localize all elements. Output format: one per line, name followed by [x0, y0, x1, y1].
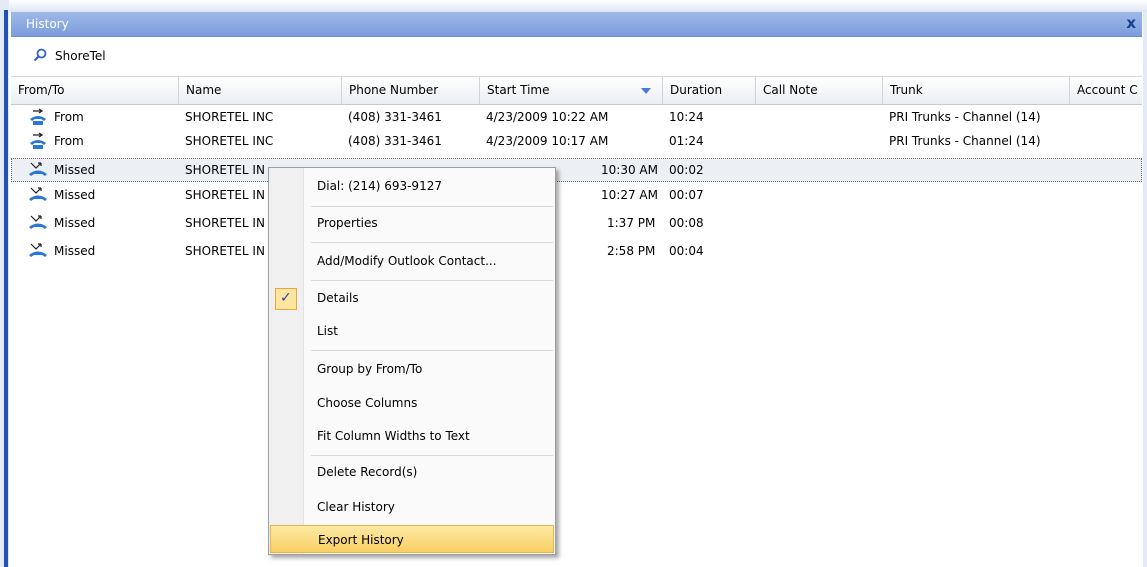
menu-item-export-history[interactable]: Export History	[270, 525, 554, 553]
search-value: ShoreTel	[55, 49, 106, 63]
menu-item-properties[interactable]: Properties	[305, 209, 553, 237]
window-top-edge	[0, 0, 1147, 12]
menu-item-add-modify-outlook-contact[interactable]: Add/Modify Outlook Contact...	[305, 247, 553, 275]
search-bar[interactable]: ShoreTel	[11, 37, 1142, 74]
column-header-call-note[interactable]: Call Note	[756, 77, 883, 104]
menu-separator	[311, 455, 553, 456]
close-icon[interactable]: x	[1126, 14, 1136, 32]
column-header-trunk[interactable]: Trunk	[883, 77, 1070, 104]
table-row[interactable]: Missed SHORETEL IN 1:37 PM 00:08	[11, 211, 1142, 235]
column-header-from-to[interactable]: From/To	[11, 77, 179, 104]
table-row[interactable]: Missed SHORETEL IN 10:27 AM 00:07	[11, 183, 1142, 207]
history-titlebar: History x	[11, 12, 1142, 37]
window-title: History	[26, 17, 69, 31]
check-icon: ✓	[275, 288, 297, 310]
missed-call-icon	[29, 243, 47, 257]
table-row-selected[interactable]: Missed SHORETEL IN 10:30 AM 00:02	[11, 158, 1142, 182]
menu-item-choose-columns[interactable]: Choose Columns	[305, 389, 553, 417]
table-row[interactable]: From SHORETEL INC (408) 331-3461 4/23/20…	[11, 129, 1142, 153]
column-header: From/To Name Phone Number Start Time Dur…	[11, 76, 1142, 105]
menu-item-delete-records[interactable]: Delete Record(s)	[305, 458, 553, 486]
menu-item-group-by-from-to[interactable]: Group by From/To	[305, 355, 553, 383]
search-icon	[33, 48, 47, 62]
column-header-name[interactable]: Name	[179, 77, 342, 104]
menu-separator	[311, 280, 553, 281]
menu-separator	[311, 350, 553, 351]
menu-gutter	[269, 168, 304, 554]
column-header-duration[interactable]: Duration	[663, 77, 756, 104]
missed-call-icon	[29, 215, 47, 229]
table-row[interactable]: From SHORETEL INC (408) 331-3461 4/23/20…	[11, 105, 1142, 129]
menu-item-details[interactable]: Details	[305, 284, 553, 312]
left-accent-bar	[4, 10, 8, 567]
window-right-edge	[1143, 12, 1147, 567]
column-header-phone-number[interactable]: Phone Number	[342, 77, 480, 104]
menu-separator	[311, 206, 553, 207]
menu-item-dial[interactable]: Dial: (214) 693-9127	[305, 172, 553, 200]
missed-call-icon	[29, 187, 47, 201]
missed-call-icon	[29, 162, 47, 176]
menu-separator	[311, 242, 553, 243]
window-left-edge	[0, 0, 9, 567]
sort-descending-icon	[641, 88, 651, 94]
context-menu: ✓ Dial: (214) 693-9127 Properties Add/Mo…	[268, 167, 556, 555]
column-header-start-time[interactable]: Start Time	[480, 77, 663, 104]
outgoing-call-icon	[30, 132, 46, 149]
column-header-account[interactable]: Account C	[1070, 77, 1142, 104]
outgoing-call-icon	[30, 108, 46, 125]
menu-item-fit-column-widths[interactable]: Fit Column Widths to Text	[305, 422, 553, 450]
menu-item-clear-history[interactable]: Clear History	[305, 493, 553, 521]
table-row[interactable]: Missed SHORETEL IN 2:58 PM 00:04	[11, 239, 1142, 263]
menu-item-list[interactable]: List	[305, 317, 553, 345]
